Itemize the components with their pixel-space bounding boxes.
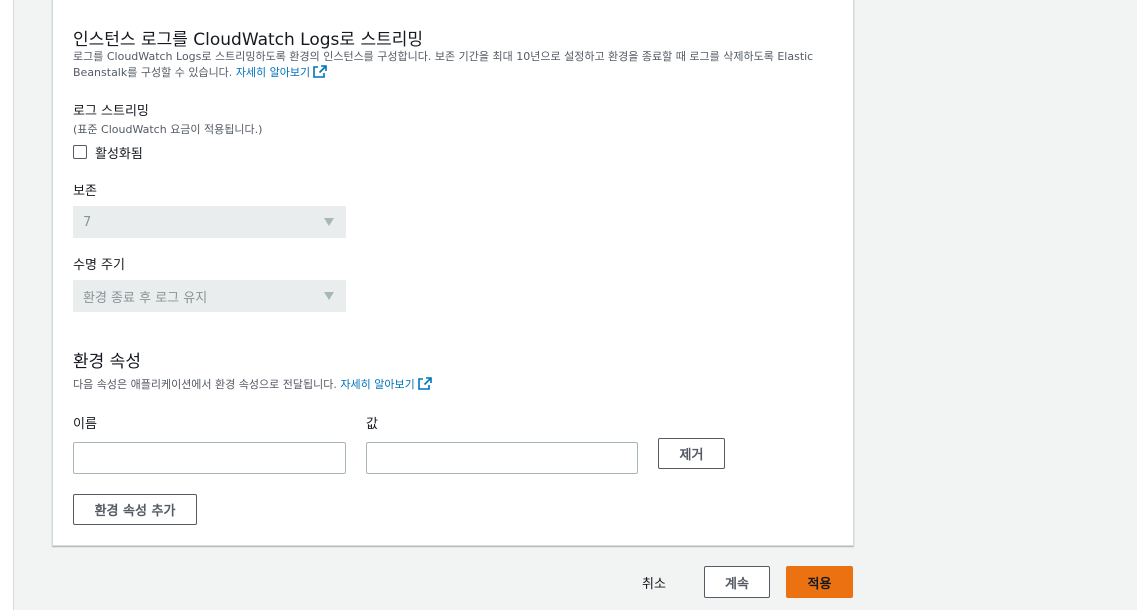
log-streaming-description: 로그를 CloudWatch Logs로 스트리밍하도록 환경의 인스턴스를 구… — [73, 49, 833, 81]
log-streaming-field-sublabel: (표준 CloudWatch 요금이 적용됩니다.) — [73, 123, 263, 136]
env-name-input[interactable] — [73, 442, 346, 474]
log-streaming-enabled-checkbox[interactable] — [73, 145, 87, 159]
caret-down-icon — [324, 292, 334, 300]
log-streaming-enabled-label[interactable]: 활성화됨 — [95, 143, 143, 162]
log-streaming-learn-more-link[interactable]: 자세히 알아보기 — [236, 65, 327, 79]
log-streaming-field-label: 로그 스트리밍 — [73, 104, 149, 119]
remove-button[interactable]: 제거 — [658, 438, 725, 469]
lifecycle-select[interactable]: 환경 종료 후 로그 유지 — [73, 280, 346, 312]
external-link-icon — [417, 377, 432, 390]
cancel-button[interactable]: 취소 — [628, 566, 680, 598]
retention-label: 보존 — [73, 184, 97, 199]
external-link-icon — [313, 65, 327, 78]
log-streaming-title: 인스턴스 로그를 CloudWatch Logs로 스트리밍 — [73, 30, 424, 50]
env-name-label: 이름 — [73, 417, 97, 432]
left-rail — [0, 0, 14, 610]
retention-select[interactable]: 7 — [73, 206, 346, 238]
env-properties-description: 다음 속성은 애플리케이션에서 환경 속성으로 전달됩니다. 자세히 알아보기 — [73, 377, 432, 393]
retention-select-value: 7 — [83, 214, 92, 230]
env-value-input[interactable] — [366, 442, 638, 474]
env-properties-title: 환경 속성 — [73, 352, 141, 372]
settings-card: 인스턴스 로그를 CloudWatch Logs로 스트리밍 로그를 Cloud… — [52, 0, 854, 546]
apply-button[interactable]: 적용 — [786, 566, 853, 598]
continue-button[interactable]: 계속 — [704, 566, 770, 598]
env-properties-description-text: 다음 속성은 애플리케이션에서 환경 속성으로 전달됩니다. — [73, 378, 337, 391]
lifecycle-select-value: 환경 종료 후 로그 유지 — [83, 290, 208, 306]
env-value-label: 값 — [366, 417, 378, 432]
env-properties-learn-more-link[interactable]: 자세히 알아보기 — [340, 377, 432, 391]
log-streaming-description-text: 로그를 CloudWatch Logs로 스트리밍하도록 환경의 인스턴스를 구… — [73, 50, 814, 79]
lifecycle-label: 수명 주기 — [73, 258, 125, 273]
caret-down-icon — [324, 218, 334, 226]
add-env-property-button[interactable]: 환경 속성 추가 — [73, 494, 197, 525]
